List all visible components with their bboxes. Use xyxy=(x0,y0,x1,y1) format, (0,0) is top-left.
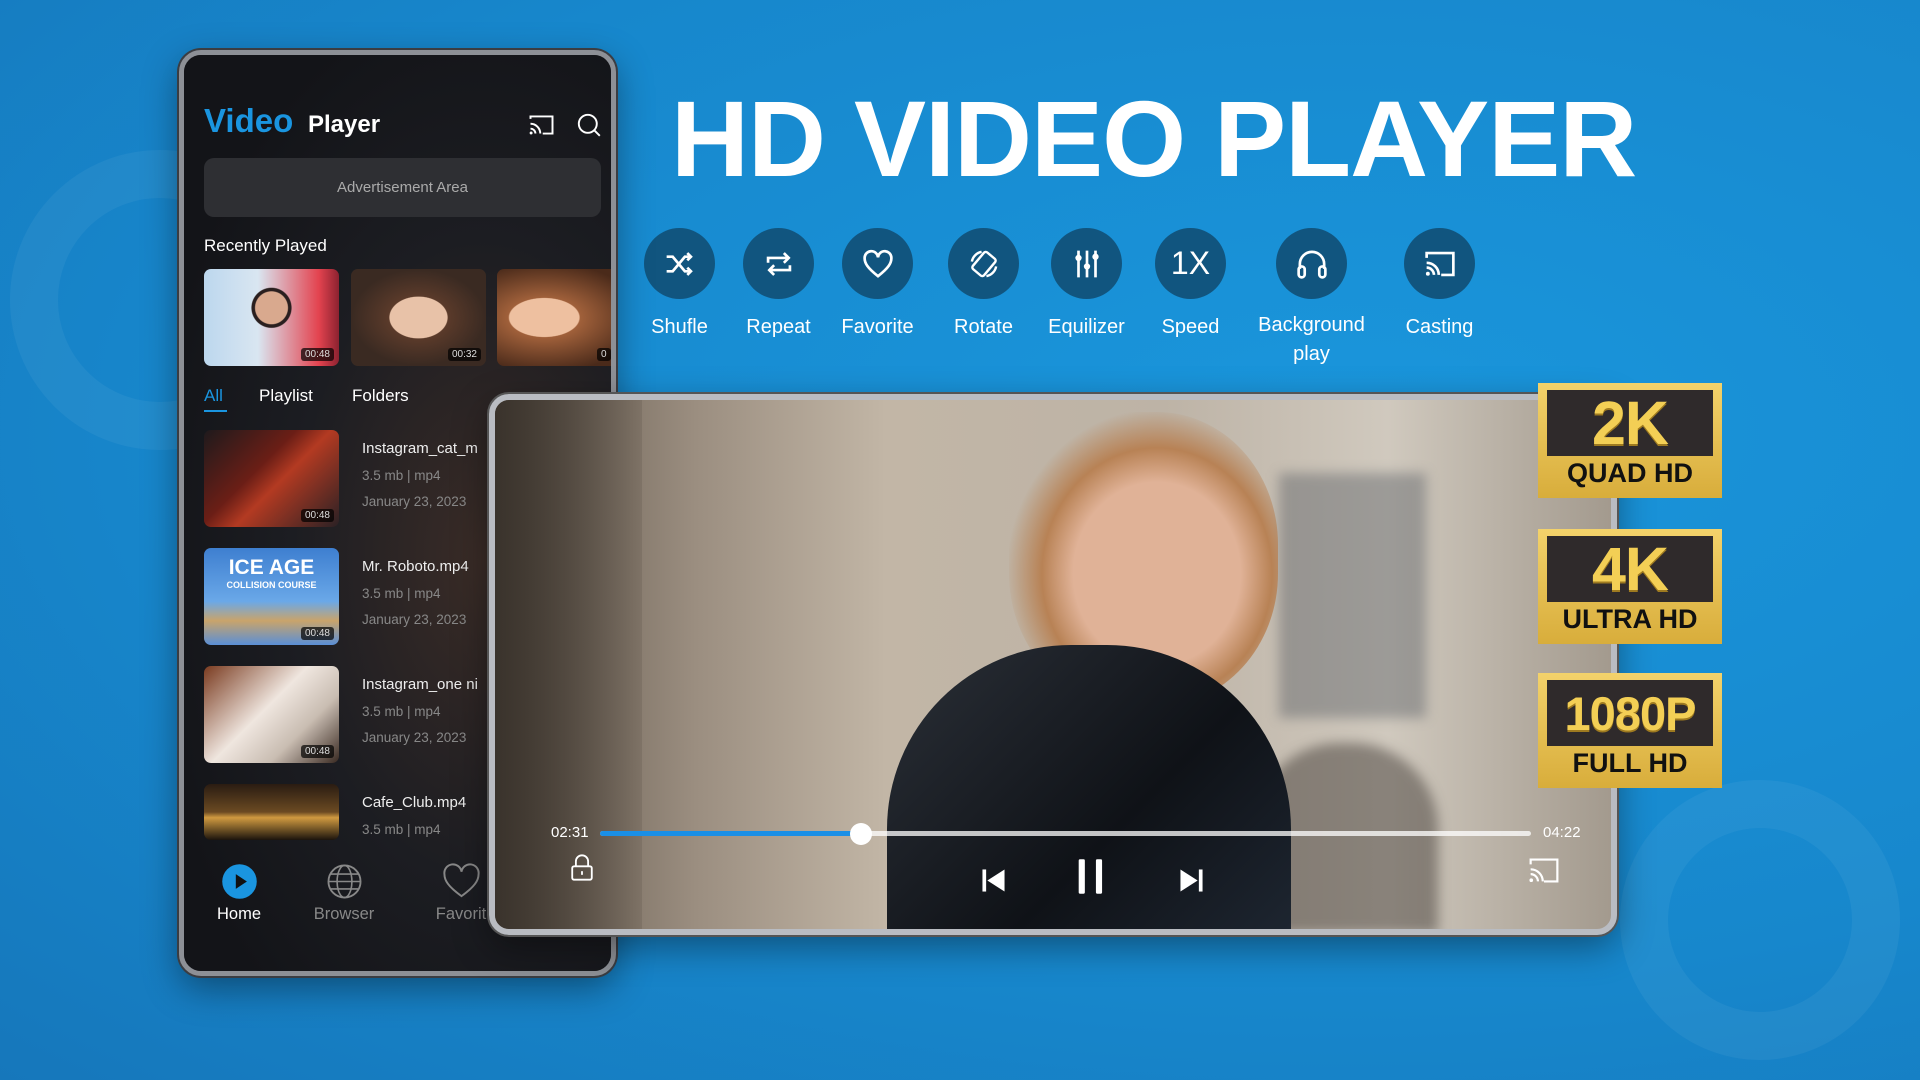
resolution-value: 4K xyxy=(1547,535,1713,603)
video-date: January 23, 2023 xyxy=(362,494,467,509)
feature-background-play: Background play xyxy=(1244,228,1379,369)
cast-icon xyxy=(1404,228,1475,299)
feature-casting: Casting xyxy=(1372,228,1507,339)
video-name: Instagram_one ni xyxy=(362,676,478,693)
seek-progress xyxy=(600,831,861,836)
thumbnail-subtitle: COLLISION COURSE xyxy=(226,580,317,590)
recent-thumb[interactable]: 00:32 xyxy=(351,269,486,366)
feature-speed: 1X Speed xyxy=(1123,228,1258,339)
duration-label: 00:48 xyxy=(300,745,334,758)
shuffle-icon xyxy=(644,228,715,299)
heart-icon xyxy=(442,863,480,898)
resolution-value: 1080P xyxy=(1547,680,1713,746)
video-thumbnail: 00:48 xyxy=(204,666,339,763)
feature-label: Background play xyxy=(1258,314,1365,365)
video-player[interactable]: 02:31 04:22 xyxy=(489,394,1617,935)
video-thumbnail: 00:48 xyxy=(204,430,339,527)
video-name: Cafe_Club.mp4 xyxy=(362,794,467,811)
tab-folders[interactable]: Folders xyxy=(352,386,409,406)
video-meta: 3.5 mb | mp4 xyxy=(362,586,441,601)
heart-icon xyxy=(842,228,913,299)
resolution-label: ULTRA HD xyxy=(1562,604,1698,634)
tab-playlist[interactable]: Playlist xyxy=(259,386,313,406)
duration-label: 00:48 xyxy=(300,509,334,522)
video-thumbnail xyxy=(204,784,339,840)
thumbnail-title: ICE AGE xyxy=(228,556,315,579)
nav-browser[interactable]: Browser xyxy=(295,863,393,924)
tab-all[interactable]: All xyxy=(204,386,223,406)
resolution-label: FULL HD xyxy=(1572,748,1688,778)
equalizer-icon xyxy=(1051,228,1122,299)
lock-icon[interactable] xyxy=(571,854,593,881)
resolution-badge: 1080P FULL HD xyxy=(1538,673,1722,788)
video-name: Instagram_cat_m xyxy=(362,440,478,457)
pause-icon[interactable] xyxy=(1075,858,1107,895)
duration-label: 00:48 xyxy=(300,348,334,361)
headphones-icon xyxy=(1276,228,1347,299)
video-meta: 3.5 mb | mp4 xyxy=(362,822,441,837)
repeat-icon xyxy=(743,228,814,299)
duration-label: 00:48 xyxy=(300,627,334,640)
video-meta: 3.5 mb | mp4 xyxy=(362,468,441,483)
next-icon[interactable] xyxy=(1178,867,1205,894)
nav-label: Browser xyxy=(313,905,375,923)
headline: HD VIDEO PLAYER xyxy=(671,78,1637,199)
seek-handle[interactable] xyxy=(849,823,872,845)
globe-icon xyxy=(327,864,361,899)
seek-bar[interactable] xyxy=(600,823,1531,845)
feature-label: Casting xyxy=(1405,316,1474,338)
promo-banner: HD VIDEO PLAYER Shufle Repeat Favorite Rota… xyxy=(0,0,1920,1080)
duration-label: 0 xyxy=(597,348,611,361)
previous-icon[interactable] xyxy=(980,867,1007,894)
search-icon[interactable] xyxy=(577,113,601,137)
active-tab-indicator xyxy=(204,410,227,412)
decor-swirl xyxy=(1620,780,1900,1060)
rotate-icon xyxy=(948,228,1019,299)
resolution-label: QUAD HD xyxy=(1567,458,1693,488)
video-name: Mr. Roboto.mp4 xyxy=(362,558,469,575)
video-date: January 23, 2023 xyxy=(362,730,467,745)
video-date: January 23, 2023 xyxy=(362,612,467,627)
resolution-badge: 2K QUAD HD xyxy=(1538,383,1722,498)
video-thumbnail: ICE AGE COLLISION COURSE 00:48 xyxy=(204,548,339,645)
recent-thumb[interactable]: 00:48 xyxy=(204,269,339,366)
app-title-accent: Video xyxy=(204,102,294,139)
nav-home[interactable]: Home xyxy=(190,863,288,924)
recently-played-heading: Recently Played xyxy=(204,236,327,255)
recent-thumb[interactable]: 0 xyxy=(497,269,611,366)
feature-label: Speed xyxy=(1161,316,1220,338)
total-time: 04:22 xyxy=(1543,824,1581,841)
cast-icon[interactable] xyxy=(528,114,555,136)
nav-label: Home xyxy=(216,905,261,923)
video-meta: 3.5 mb | mp4 xyxy=(362,704,441,719)
resolution-value: 2K xyxy=(1547,389,1713,457)
speed-icon: 1X xyxy=(1155,228,1226,299)
app-title: Player xyxy=(308,111,381,138)
cast-icon[interactable] xyxy=(1527,857,1561,884)
resolution-badge: 4K ULTRA HD xyxy=(1538,529,1722,644)
speed-label: 1X xyxy=(1170,245,1211,281)
elapsed-time: 02:31 xyxy=(551,824,589,841)
duration-label: 00:32 xyxy=(447,348,481,361)
advertisement-area[interactable]: Advertisement Area xyxy=(204,158,601,217)
play-circle-icon xyxy=(221,864,257,899)
